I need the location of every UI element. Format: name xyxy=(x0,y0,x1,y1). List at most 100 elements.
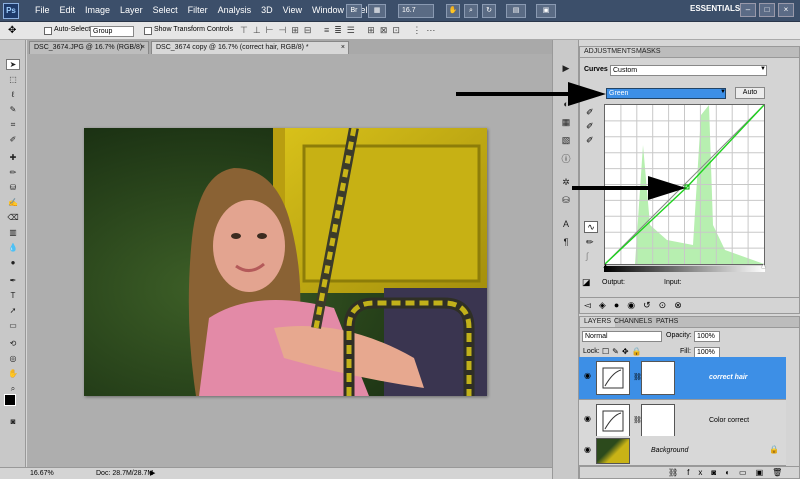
document-photo[interactable] xyxy=(84,128,487,396)
dodge-tool-icon[interactable]: ● xyxy=(6,257,20,268)
opacity-field[interactable]: 100% xyxy=(694,331,720,342)
foreground-color-swatch[interactable] xyxy=(4,394,16,406)
main-menu: File Edit Image Layer Select Filter Anal… xyxy=(30,5,378,15)
path-select-icon[interactable]: ➚ xyxy=(6,305,20,316)
quick-select-icon[interactable]: ✎ xyxy=(6,104,20,115)
crop-tool-icon[interactable]: ⌗ xyxy=(6,119,20,130)
clipping-icon[interactable]: ◪ xyxy=(582,277,591,288)
navigator-icon[interactable]: ▧ xyxy=(559,134,573,146)
close-icon[interactable]: × xyxy=(141,42,145,54)
menu-select[interactable]: Select xyxy=(148,5,183,15)
layers-footer-icons[interactable]: ⛓fx◙◐▭▣🗑 xyxy=(580,466,799,479)
layer-name[interactable]: Color correct xyxy=(709,416,749,426)
layer-row-background[interactable]: ◉ Background 🔒 xyxy=(579,436,786,466)
auto-select-checkbox[interactable] xyxy=(44,27,52,35)
menu-file[interactable]: File xyxy=(30,5,55,15)
status-doc-size[interactable]: Doc: 28.7M/28.7M xyxy=(96,468,153,479)
blur-tool-icon[interactable]: 💧 xyxy=(6,242,20,253)
screen-mode-icon[interactable]: ▣ xyxy=(536,4,556,18)
type-tool-icon[interactable]: T xyxy=(6,290,20,301)
history-brush-icon[interactable]: ✍ xyxy=(6,197,20,208)
tab-channels[interactable]: CHANNELS xyxy=(610,317,656,327)
close-button[interactable]: × xyxy=(778,3,794,17)
mask-thumb[interactable] xyxy=(641,404,675,438)
adjustments-footer-icons[interactable]: ◅◈●◉↺⊙⊗ xyxy=(580,297,799,313)
character-icon[interactable]: A xyxy=(559,218,573,230)
eye-icon[interactable]: ◉ xyxy=(582,371,593,382)
shape-tool-icon[interactable]: ▭ xyxy=(6,320,20,331)
status-arrow-icon[interactable]: ▶ xyxy=(150,468,155,479)
pen-tool-icon[interactable]: ✒ xyxy=(6,275,20,286)
view-extras-icon[interactable]: ▦ xyxy=(368,4,386,18)
eraser-tool-icon[interactable]: ⌫ xyxy=(6,212,20,223)
move-tool-icon[interactable]: ✥ xyxy=(8,25,16,36)
align-buttons[interactable]: ⊤⊥⊢⊣⊞⊟ ≡≣☰ ⊞⊠⊡ ⋮⋯ xyxy=(240,25,440,36)
healing-brush-icon[interactable]: ✚ xyxy=(6,152,20,163)
tab-masks[interactable]: MASKS xyxy=(632,47,665,57)
tab-adjustments[interactable]: ADJUSTMENTS xyxy=(580,47,640,57)
bridge-button[interactable]: Br xyxy=(346,4,362,18)
3d-rotate-icon[interactable]: ⟲ xyxy=(6,338,20,349)
clone-source-icon[interactable]: ⛁ xyxy=(559,194,573,206)
auto-select-dropdown[interactable]: Group xyxy=(90,26,134,37)
brushes-icon[interactable]: ✲ xyxy=(559,176,573,188)
curve-point-tool-icon[interactable]: ∿ xyxy=(584,221,598,233)
arrange-documents-icon[interactable]: ▤ xyxy=(506,4,526,18)
tab-paths[interactable]: PATHS xyxy=(652,317,682,327)
hand-tool-icon[interactable]: ✋ xyxy=(446,4,460,18)
menu-filter[interactable]: Filter xyxy=(183,5,213,15)
eye-icon[interactable]: ◉ xyxy=(582,414,593,425)
maximize-button[interactable]: □ xyxy=(759,3,775,17)
move-tool-icon[interactable]: ➤ xyxy=(6,59,20,70)
rotate-view-icon[interactable]: ↻ xyxy=(482,4,496,18)
workspace-switcher[interactable]: ESSENTIALS xyxy=(690,4,740,13)
clone-stamp-icon[interactable]: ⛁ xyxy=(6,182,20,193)
auto-button[interactable]: Auto xyxy=(735,87,765,99)
pencil-draw-icon[interactable]: ✏ xyxy=(586,237,594,248)
eyedropper-gray-icon[interactable]: ✐ xyxy=(586,121,594,132)
eyedropper-tool-icon[interactable]: ✐ xyxy=(6,134,20,145)
menu-analysis[interactable]: Analysis xyxy=(213,5,257,15)
minimize-button[interactable]: – xyxy=(740,3,756,17)
menu-3d[interactable]: 3D xyxy=(256,5,278,15)
layer-name[interactable]: Background xyxy=(651,446,688,456)
paragraph-icon[interactable]: ¶ xyxy=(559,236,573,248)
menu-image[interactable]: Image xyxy=(80,5,115,15)
eyedropper-black-icon[interactable]: ✐ xyxy=(586,107,594,118)
info-icon[interactable]: ⓘ xyxy=(559,152,573,164)
preset-dropdown[interactable]: Custom xyxy=(610,65,767,76)
lasso-tool-icon[interactable]: ℓ xyxy=(6,89,20,100)
menu-layer[interactable]: Layer xyxy=(115,5,148,15)
hand-tool-icon[interactable]: ✋ xyxy=(6,368,20,379)
gradient-tool-icon[interactable]: ▥ xyxy=(6,227,20,238)
quick-mask-icon[interactable]: ◙ xyxy=(6,416,20,427)
status-zoom[interactable]: 16.67% xyxy=(30,468,54,479)
zoom-tool-icon[interactable]: ⌕ xyxy=(464,4,478,18)
zoom-tool-icon[interactable]: ⌕ xyxy=(6,383,20,394)
white-point-slider[interactable]: ▲ xyxy=(760,263,767,270)
eyedropper-white-icon[interactable]: ✐ xyxy=(586,135,594,146)
menu-edit[interactable]: Edit xyxy=(55,5,81,15)
menu-view[interactable]: View xyxy=(278,5,307,15)
menu-window[interactable]: Window xyxy=(307,5,349,15)
swatches-icon[interactable]: ▦ xyxy=(559,116,573,128)
black-point-slider[interactable]: ▲ xyxy=(602,263,609,270)
marquee-tool-icon[interactable]: ⬚ xyxy=(6,74,20,85)
blend-mode-dropdown[interactable]: Normal xyxy=(582,331,662,342)
play-icon[interactable]: ▶ xyxy=(559,62,573,74)
3d-camera-icon[interactable]: ◎ xyxy=(6,353,20,364)
channel-dropdown[interactable]: Green xyxy=(606,88,726,99)
close-icon[interactable]: × xyxy=(341,42,345,54)
brush-tool-icon[interactable]: ✏ xyxy=(6,167,20,178)
layer-name[interactable]: correct hair xyxy=(709,373,748,383)
smooth-icon[interactable]: ∫ xyxy=(586,251,588,261)
lock-icons[interactable]: ☐✎✥🔒 xyxy=(602,347,645,356)
mask-thumb[interactable] xyxy=(641,361,675,395)
tab-dsc-3674-jpg[interactable]: DSC_3674.JPG @ 16.7% (RGB/8) × xyxy=(29,41,149,54)
tab-dsc-3674-copy[interactable]: DSC_3674 copy @ 16.7% (correct hair, RGB… xyxy=(151,41,349,54)
zoom-level-select[interactable]: 16.7 xyxy=(398,4,434,18)
eye-icon[interactable]: ◉ xyxy=(582,445,593,456)
layer-row-correct-hair[interactable]: ◉ ⛓ correct hair xyxy=(579,357,786,400)
show-transform-checkbox[interactable] xyxy=(144,27,152,35)
curves-title: Curves xyxy=(584,66,608,73)
